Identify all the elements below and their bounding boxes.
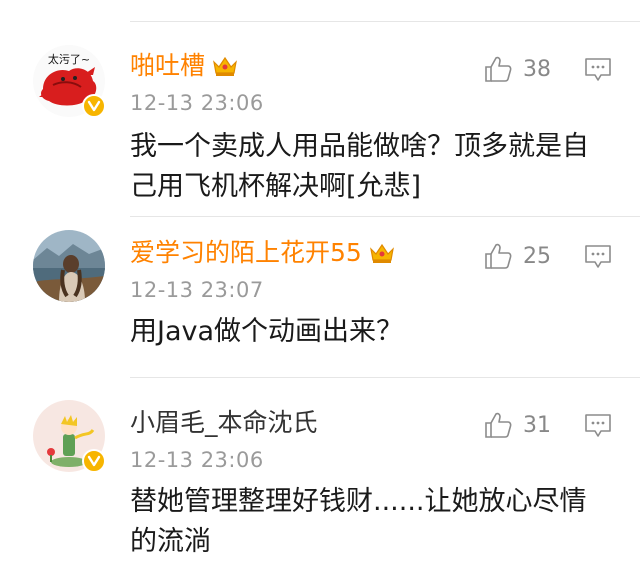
username[interactable]: 小眉毛_本命沈氏 — [130, 408, 318, 438]
username[interactable]: 爱学习的陌上花开55 — [130, 238, 396, 268]
thumbs-up-icon[interactable] — [483, 54, 513, 84]
like-count: 38 — [523, 56, 551, 82]
comment-icon[interactable] — [584, 57, 612, 83]
timestamp: 12-13 23:06 — [130, 448, 264, 472]
vip-crown-icon — [213, 56, 237, 76]
timestamp: 12-13 23:07 — [130, 278, 264, 302]
comment-icon[interactable] — [584, 244, 612, 270]
like-button[interactable]: 25 — [483, 240, 551, 272]
girl-by-lake-avatar-icon — [33, 230, 105, 302]
thumbs-up-icon[interactable] — [483, 241, 513, 271]
thumbs-up-icon[interactable] — [483, 410, 513, 440]
like-button[interactable]: 38 — [483, 53, 551, 85]
username-text[interactable]: 啪吐槽 — [130, 51, 205, 81]
avatar[interactable] — [33, 230, 105, 302]
like-button[interactable]: 31 — [483, 409, 551, 441]
comment-text: 用Java做个动画出来？ — [130, 316, 404, 347]
divider — [130, 216, 640, 217]
divider-top — [130, 21, 640, 22]
timestamp: 12-13 23:06 — [130, 91, 264, 115]
username-text[interactable]: 小眉毛_本命沈氏 — [130, 408, 318, 438]
like-count: 31 — [523, 412, 551, 438]
comment-text: 替她管理整理好钱财......让她放心尽情的流淌 — [130, 486, 587, 557]
username-text[interactable]: 爱学习的陌上花开55 — [130, 238, 362, 268]
username[interactable]: 啪吐槽 — [130, 51, 239, 81]
verified-v-icon — [82, 94, 106, 118]
vip-crown-icon — [369, 243, 394, 263]
comment-icon[interactable] — [584, 413, 612, 439]
avatar-caption: 太污了~ — [48, 53, 90, 66]
verified-v-icon — [82, 449, 106, 473]
divider — [130, 377, 640, 378]
comment-text: 我一个卖成人用品能做啥？顶多就是自己用飞机杯解决啊[允悲] — [130, 131, 589, 202]
like-count: 25 — [523, 243, 551, 269]
